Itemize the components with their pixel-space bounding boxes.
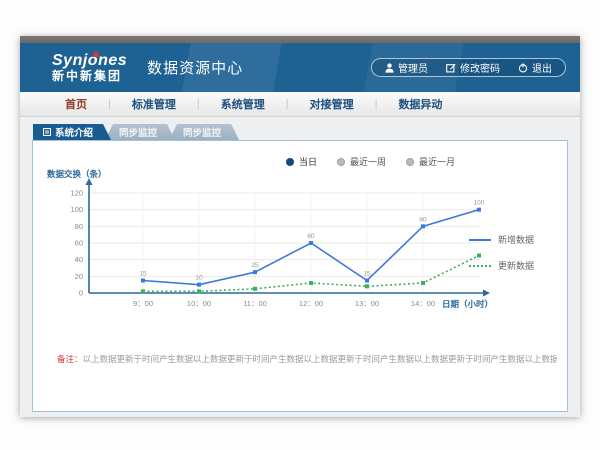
window-top-edge	[20, 36, 580, 43]
legend-item-new-data[interactable]: 新增数据	[469, 233, 555, 246]
svg-text:13：00: 13：00	[355, 299, 379, 308]
svg-text:25: 25	[251, 262, 259, 269]
svg-text:100: 100	[70, 205, 83, 214]
admin-user-button[interactable]: 管理员	[376, 60, 437, 75]
tab-bar: 系统介绍 同步监控 同步监控	[33, 124, 568, 140]
chart-card: 当日 最近一周 最近一月 0204060801001209：0010：0011：…	[32, 140, 568, 412]
logo-subtext: 新中新集团	[52, 70, 127, 83]
nav-item-system-mgmt[interactable]: 系统管理	[200, 96, 286, 112]
svg-text:日期（小时）: 日期（小时）	[442, 299, 493, 309]
chart-legend: 新增数据 更新数据	[469, 233, 555, 285]
logo-accent	[92, 50, 100, 57]
tab-label: 系统介绍	[55, 125, 93, 139]
svg-text:14：00: 14：00	[411, 299, 435, 308]
page-title: 数据资源中心	[147, 57, 243, 78]
svg-text:60: 60	[307, 233, 315, 240]
nav-item-standard-mgmt[interactable]: 标准管理	[111, 96, 197, 112]
user-icon	[385, 63, 394, 73]
svg-text:80: 80	[75, 222, 83, 231]
svg-text:40: 40	[75, 255, 83, 264]
nav-item-home[interactable]: 首页	[44, 96, 108, 112]
footnote-text: 以上数据更新于时间产生数据以上数据更新于时间产生数据以上数据更新于时间产生数据以…	[83, 354, 557, 364]
nav-item-data-change[interactable]: 数据异动	[377, 96, 463, 112]
footnote: 备注：以上数据更新于时间产生数据以上数据更新于时间产生数据以上数据更新于时间产生…	[57, 353, 557, 365]
svg-text:15: 15	[139, 271, 147, 278]
change-password-button[interactable]: 修改密码	[437, 60, 509, 75]
legend-line-sample	[469, 265, 491, 267]
svg-text:15: 15	[363, 271, 371, 278]
svg-text:80: 80	[419, 216, 427, 223]
main-nav: 首页 | 标准管理 | 系统管理 | 对接管理 | 数据异动	[20, 92, 580, 117]
svg-text:数据交换（条）: 数据交换（条）	[47, 169, 107, 179]
legend-label: 新增数据	[498, 233, 534, 246]
tab-label: 同步监控	[119, 125, 157, 139]
svg-text:120: 120	[70, 189, 83, 198]
app-window: Synjones 新中新集团 数据资源中心 管理员 修改密码	[20, 36, 580, 417]
logout-icon	[518, 63, 528, 73]
tab-system-intro[interactable]: 系统介绍	[33, 124, 111, 140]
footnote-prefix: 备注：	[57, 354, 83, 364]
svg-text:12：00: 12：00	[299, 299, 323, 308]
header: Synjones 新中新集团 数据资源中心 管理员 修改密码	[20, 43, 580, 92]
svg-text:0: 0	[79, 289, 83, 298]
legend-item-updated-data[interactable]: 更新数据	[469, 259, 555, 272]
svg-text:11：00: 11：00	[243, 299, 267, 308]
logo-text: Synjones	[52, 53, 127, 70]
svg-text:100: 100	[474, 200, 485, 207]
edit-icon	[446, 63, 456, 73]
tab-sync-monitor-2[interactable]: 同步监控	[169, 124, 239, 140]
svg-text:60: 60	[75, 239, 83, 248]
user-toolbar: 管理员 修改密码 退出	[371, 58, 566, 77]
line-chart-svg: 0 20 40 60 80 100 120 9：00 10：00 11：00 12：00 13：00 1…	[33, 165, 493, 315]
tab-sync-monitor-1[interactable]: 同步监控	[105, 124, 175, 140]
svg-text:10: 10	[195, 275, 203, 282]
legend-line-sample	[469, 239, 491, 241]
svg-text:20: 20	[75, 272, 83, 281]
logout-button[interactable]: 退出	[509, 60, 561, 75]
change-password-label: 修改密码	[460, 60, 500, 75]
logout-label: 退出	[532, 60, 552, 75]
svg-text:10：00: 10：00	[187, 299, 211, 308]
tab-label: 同步监控	[183, 125, 221, 139]
legend-label: 更新数据	[498, 259, 534, 272]
nav-item-interface-mgmt[interactable]: 对接管理	[289, 96, 375, 112]
svg-text:9：00: 9：00	[133, 299, 153, 308]
content-area: 系统介绍 同步监控 同步监控 当日 最近一周	[20, 117, 580, 417]
document-icon	[43, 128, 51, 136]
brand-logo: Synjones 新中新集团	[52, 53, 127, 82]
admin-user-label: 管理员	[398, 60, 428, 75]
